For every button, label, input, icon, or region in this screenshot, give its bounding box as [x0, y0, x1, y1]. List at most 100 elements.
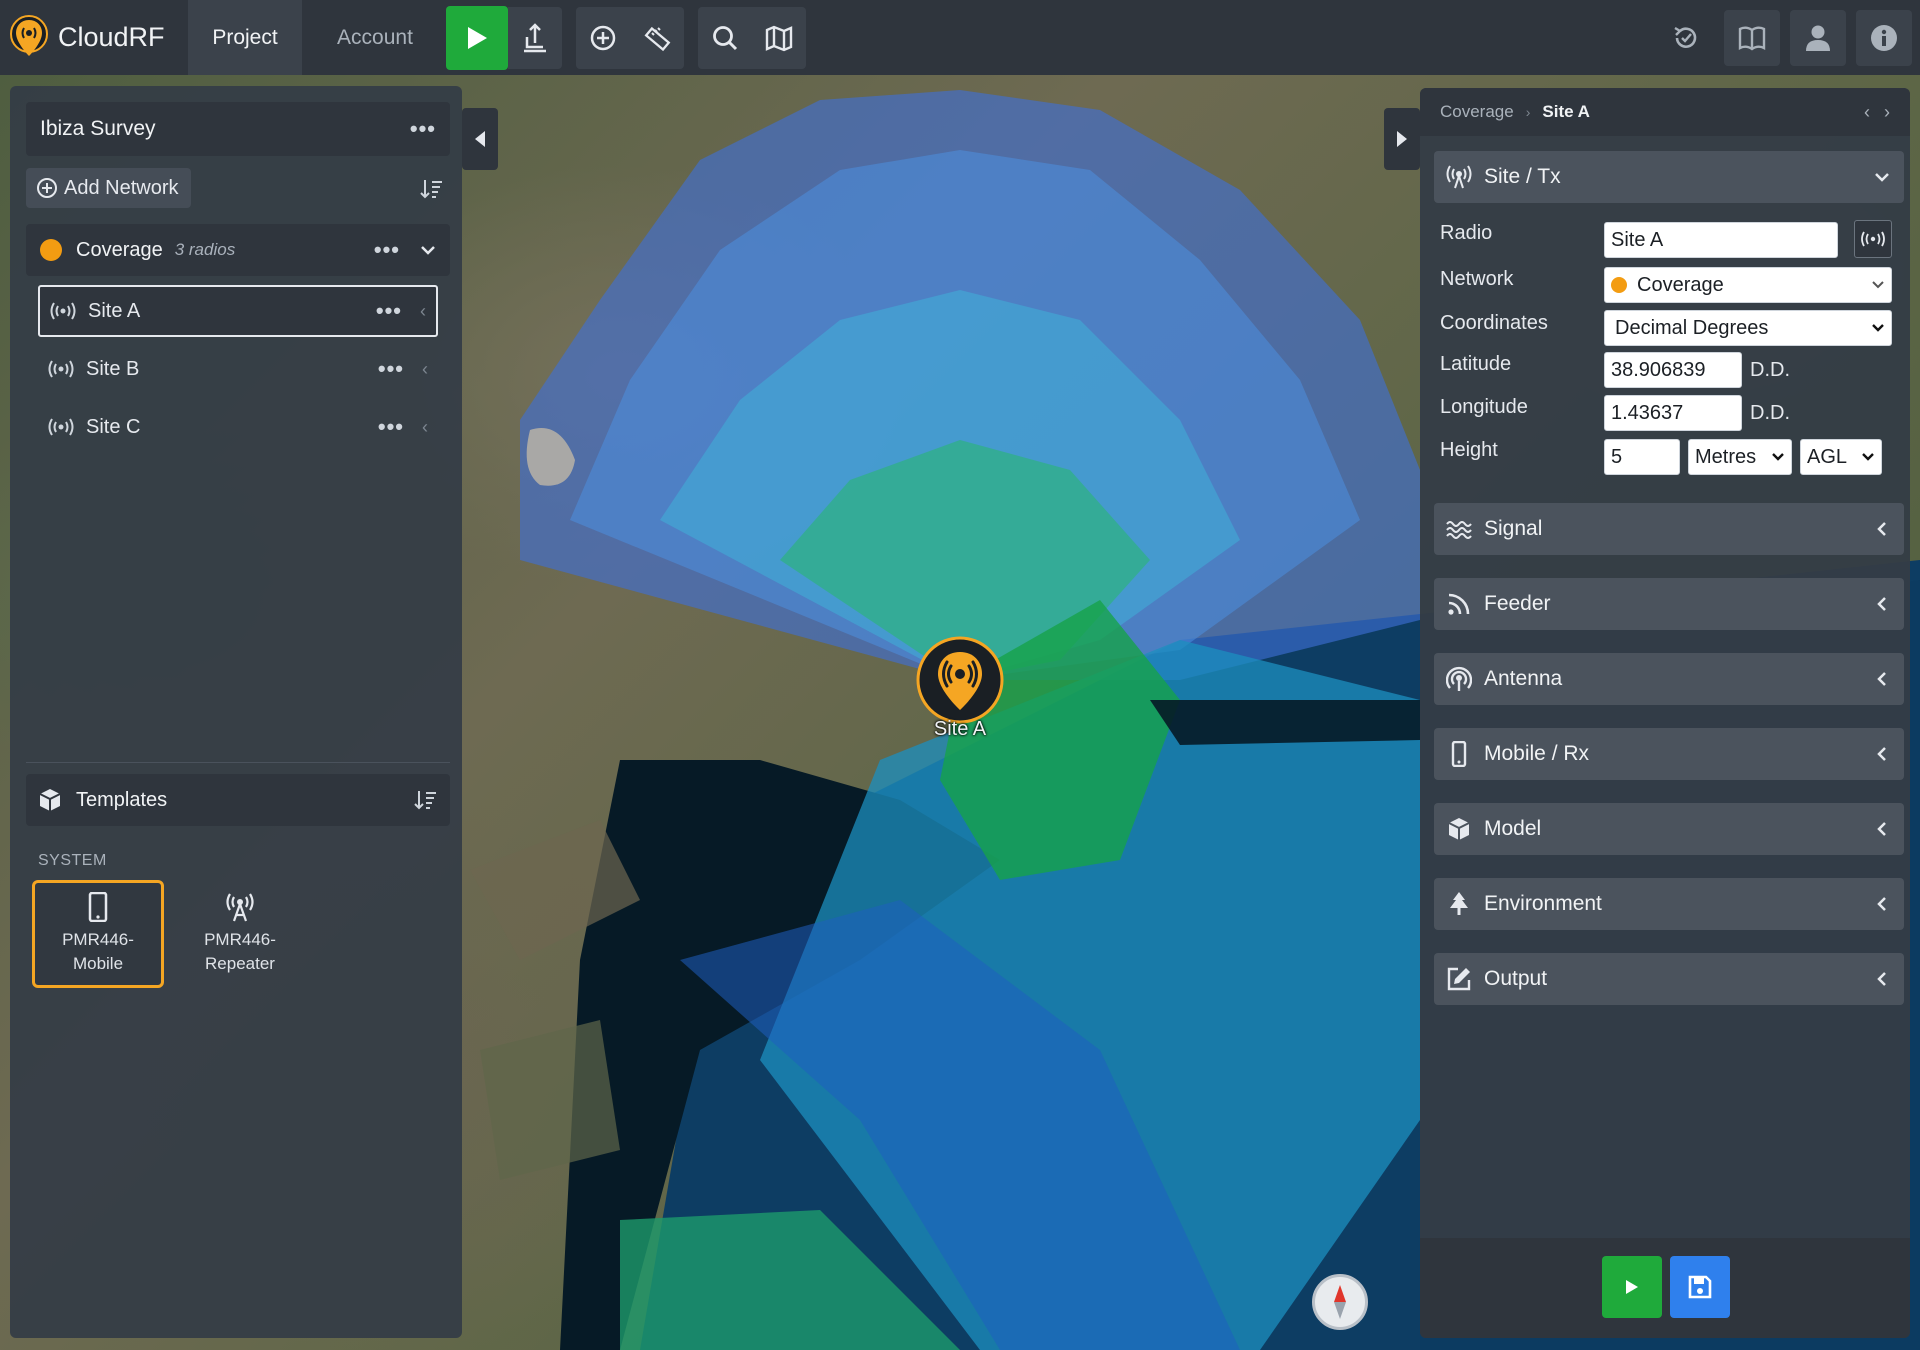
radio-name-input[interactable]: Site A	[1604, 222, 1838, 258]
template-pmr446-repeater[interactable]: PMR446- Repeater	[174, 880, 306, 988]
site-menu-icon[interactable]: •••	[378, 414, 404, 440]
chevron-left-icon[interactable]: ‹	[422, 417, 428, 438]
chevron-left-icon	[1872, 596, 1892, 612]
section-label: Signal	[1484, 517, 1543, 540]
next-site-icon[interactable]: ›	[1884, 102, 1890, 123]
radio-signal-icon	[48, 418, 74, 436]
breadcrumb: Coverage › Site A ‹ ›	[1420, 88, 1910, 136]
latitude-label: Latitude	[1440, 353, 1512, 375]
section-environment[interactable]: Environment	[1434, 878, 1904, 930]
site-marker[interactable]	[916, 636, 1004, 724]
section-feeder[interactable]: Feeder	[1434, 578, 1904, 630]
longitude-label: Longitude	[1440, 396, 1528, 418]
height-input[interactable]: 5	[1604, 439, 1680, 475]
network-color-dot	[40, 239, 62, 261]
rss-feed-icon	[1446, 591, 1472, 617]
site-menu-icon[interactable]: •••	[376, 298, 402, 324]
project-header[interactable]: Ibiza Survey •••	[26, 102, 450, 156]
network-select[interactable]: Coverage	[1604, 267, 1892, 303]
previous-site-icon[interactable]: ‹	[1864, 102, 1870, 123]
run-coverage-button[interactable]	[1602, 1256, 1662, 1318]
section-output[interactable]: Output	[1434, 953, 1904, 1005]
chevron-left-icon	[1872, 746, 1892, 762]
tree-icon	[1446, 891, 1472, 917]
history-button[interactable]	[1658, 10, 1714, 66]
site-row-a[interactable]: Site A ••• ‹	[38, 285, 438, 337]
longitude-unit: D.D.	[1750, 402, 1790, 424]
tab-account[interactable]: Account	[302, 0, 448, 75]
upload-tower-button[interactable]	[508, 6, 562, 69]
longitude-input[interactable]: 1.43637	[1604, 395, 1742, 431]
section-antenna[interactable]: Antenna	[1434, 653, 1904, 705]
section-mobile-rx[interactable]: Mobile / Rx	[1434, 728, 1904, 780]
coordinates-label: Coordinates	[1440, 312, 1548, 334]
breadcrumb-parent[interactable]: Coverage	[1440, 102, 1514, 122]
coordinates-select-value: Decimal Degrees	[1615, 316, 1769, 339]
upload-tower-icon	[524, 22, 546, 52]
chevron-down-icon	[1772, 453, 1784, 461]
run-button[interactable]	[446, 5, 508, 70]
network-menu-icon[interactable]: •••	[374, 237, 400, 263]
info-button[interactable]	[1856, 9, 1912, 66]
site-menu-icon[interactable]: •••	[378, 356, 404, 382]
network-row-coverage[interactable]: Coverage 3 radios •••	[26, 224, 450, 276]
chevron-left-icon	[1872, 521, 1892, 537]
sort-icon[interactable]	[420, 178, 444, 200]
project-menu-icon[interactable]: •••	[410, 116, 436, 142]
right-panel: Coverage › Site A ‹ › Site / Tx Radio Si…	[1420, 88, 1910, 1338]
top-bar: CloudRF Project Account	[0, 0, 1920, 75]
top-right-tools	[1648, 0, 1912, 75]
site-row-b[interactable]: Site B ••• ‹	[38, 343, 438, 395]
section-label: Output	[1484, 967, 1548, 990]
radio-signal-icon	[1861, 231, 1885, 247]
system-section-label: SYSTEM	[38, 852, 107, 869]
mobile-phone-icon	[88, 892, 108, 922]
chevron-down-icon[interactable]	[420, 244, 436, 256]
docs-button[interactable]	[1724, 9, 1780, 66]
user-button[interactable]	[1790, 9, 1846, 66]
sort-icon[interactable]	[414, 789, 438, 811]
ruler-icon	[644, 26, 671, 51]
section-signal[interactable]: Signal	[1434, 503, 1904, 555]
add-network-button[interactable]: Add Network	[26, 168, 191, 208]
caret-left-icon	[475, 131, 485, 147]
ruler-button[interactable]	[630, 7, 684, 69]
templates-header[interactable]: Templates	[26, 774, 450, 826]
history-icon	[1674, 26, 1697, 48]
chevron-left-icon[interactable]: ‹	[420, 301, 426, 322]
save-button[interactable]	[1670, 1256, 1730, 1318]
template-pmr446-mobile[interactable]: PMR446- Mobile	[32, 880, 164, 988]
tab-project[interactable]: Project	[188, 0, 302, 75]
section-label: Feeder	[1484, 592, 1551, 615]
compass-button[interactable]	[1312, 1274, 1368, 1330]
map-layers-button[interactable]	[752, 7, 806, 69]
section-label: Mobile / Rx	[1484, 742, 1590, 765]
radio-signal-icon	[50, 302, 76, 320]
collapse-left-panel-button[interactable]	[462, 108, 498, 170]
network-select-value: Coverage	[1637, 273, 1724, 296]
tools-group	[576, 6, 684, 69]
network-color-dot	[1611, 277, 1627, 293]
site-row-c[interactable]: Site C ••• ‹	[38, 401, 438, 453]
brand[interactable]: CloudRF	[0, 0, 188, 75]
right-panel-footer	[1420, 1238, 1910, 1338]
height-reference-select[interactable]: AGL	[1800, 439, 1882, 475]
chevron-left-icon[interactable]: ‹	[422, 359, 428, 380]
save-icon	[1688, 1275, 1712, 1299]
play-icon	[1626, 1280, 1638, 1294]
plus-circle-icon	[590, 25, 616, 50]
site-marker-label: Site A	[933, 718, 987, 740]
network-label: Network	[1440, 268, 1514, 290]
collapse-right-panel-button[interactable]	[1384, 108, 1420, 170]
chevron-left-icon	[1872, 821, 1892, 837]
search-button[interactable]	[698, 7, 752, 69]
height-unit-select[interactable]: Metres	[1688, 439, 1792, 475]
section-model[interactable]: Model	[1434, 803, 1904, 855]
add-site-button[interactable]	[576, 7, 630, 69]
section-site-tx[interactable]: Site / Tx	[1434, 151, 1904, 203]
radio-icon-button[interactable]	[1854, 220, 1892, 258]
coordinates-select[interactable]: Decimal Degrees	[1604, 310, 1892, 346]
latitude-input[interactable]: 38.906839	[1604, 352, 1742, 388]
left-panel: Ibiza Survey ••• Add Network Coverage 3 …	[10, 86, 462, 1338]
chevron-down-icon	[1872, 281, 1884, 289]
